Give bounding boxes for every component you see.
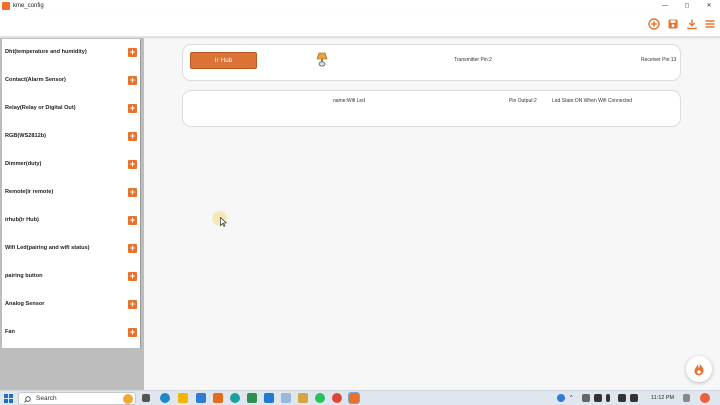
sidebar-item-relay: Relay(Relay or Digital Out) + [2,95,141,123]
os-taskbar: Search ^ 11:12 PM [0,390,720,405]
help-icon[interactable] [557,394,565,402]
add-pairing-button[interactable]: + [128,272,137,281]
app-icon [2,1,10,10]
sidebar-item-label: irhub(ir Hub) [5,217,39,223]
irhub-button[interactable]: Ir Hub [190,52,257,69]
irhub-card: Ir Hub Transmitter Pin:2 Receiver Pin:13 [182,44,681,81]
add-dimmer-button[interactable]: + [128,160,137,169]
maximize-button[interactable]: ◻ [676,0,698,11]
title-bar: kme_config — ◻ ✕ [0,0,720,11]
mouse-cursor-icon [220,217,227,227]
sidebar-item-rgb: RGB(WS2812b) + [2,123,141,151]
network-icon[interactable] [594,394,602,402]
add-fan-button[interactable]: + [128,328,137,337]
kme-config-taskbar-icon[interactable] [348,392,360,404]
sidebar-item-fan: Fan + [2,319,141,347]
menu-icon[interactable] [704,18,716,30]
app-icon-yellow[interactable] [298,393,308,403]
sidebar-item-label: Dimmer(duty) [5,161,42,167]
sidebar-item-label: Analog Sensor [5,301,45,307]
sidebar-item-label: Fan [5,329,15,335]
battery-icon[interactable] [606,394,610,402]
wifi-led-name: name:Wifi Led [333,98,365,104]
app-icon-teal[interactable] [230,393,240,403]
app-toolbar [0,11,720,37]
add-circle-icon[interactable] [648,18,660,30]
app-icon-light[interactable] [281,393,291,403]
sidebar-item-wifi-led: Wifi Led(pairing and wifi status) + [2,235,141,263]
edge-icon[interactable] [160,393,170,403]
sidebar-item-label: Dht(temperature and humidity) [5,49,87,55]
sidebar-item-irhub: irhub(ir Hub) + [2,207,141,235]
sidebar-item-label: Wifi Led(pairing and wifi status) [5,245,90,251]
save-icon[interactable] [667,18,679,30]
sidebar-item-dimmer: Dimmer(duty) + [2,151,141,179]
sidebar-item-label: pairing button [5,273,43,279]
sidebar-item-contact: Contact(Alarm Sensor) + [2,67,141,95]
app-icon-green[interactable] [247,393,257,403]
task-view-icon[interactable] [142,394,150,402]
chrome-icon[interactable] [332,393,342,403]
add-remote-button[interactable]: + [128,188,137,197]
show-hidden-icons-chevron[interactable]: ^ [570,395,573,401]
tray-icon-1[interactable] [582,394,590,402]
close-button[interactable]: ✕ [698,0,720,11]
sidebar-item-pairing-button: pairing button + [2,263,141,291]
lamp-icon[interactable] [316,52,328,68]
wifi-led-card: name:Wifi Led Pin Output:2 Led State:ON … [182,90,681,127]
download-icon[interactable] [686,18,698,30]
vlc-icon[interactable] [213,393,223,403]
clock-time[interactable]: 11:12 PM [651,395,674,401]
add-irhub-button[interactable]: + [128,216,137,225]
file-explorer-icon[interactable] [178,393,188,403]
mail-icon[interactable] [196,393,206,403]
weather-icon [123,394,133,404]
taskbar-search[interactable]: Search [18,392,136,405]
receiver-pin: Receiver Pin:13 [641,57,677,63]
windows-start-icon[interactable] [4,394,13,403]
minimize-button[interactable]: — [654,0,676,11]
window-title: kme_config [13,2,44,9]
add-relay-button[interactable]: + [128,104,137,113]
search-icon [24,396,31,403]
add-contact-button[interactable]: + [128,76,137,85]
wifi-led-pin-output: Pin Output:2 [509,98,537,104]
sidebar-item-analog-sensor: Analog Sensor + [2,291,141,319]
copilot-icon[interactable] [700,393,710,403]
sidebar-item-label: Contact(Alarm Sensor) [5,77,66,83]
sidebar-item-dht: Dht(temperature and humidity) + [2,39,141,67]
add-wifi-led-button[interactable]: + [128,244,137,253]
window-controls: — ◻ ✕ [654,0,720,11]
notification-icon[interactable] [683,394,690,402]
sidebar: Dht(temperature and humidity) + Contact(… [2,39,141,348]
add-rgb-button[interactable]: + [128,132,137,141]
sidebar-item-label: Relay(Relay or Digital Out) [5,105,76,111]
flame-icon [694,362,704,376]
sidebar-item-label: RGB(WS2812b) [5,133,47,139]
add-dht-button[interactable]: + [128,48,137,57]
vscode-icon[interactable] [264,393,274,403]
add-analog-sensor-button[interactable]: + [128,300,137,309]
wifi-led-state: Led State:ON When Wifi Connected [552,98,633,104]
sidebar-item-label: Remote(ir remote) [5,189,54,195]
volume-icon[interactable] [630,394,638,402]
wifi-icon[interactable] [618,394,626,402]
floating-action-button[interactable] [686,356,712,382]
sidebar-panel: Dht(temperature and humidity) + Contact(… [0,38,144,390]
whatsapp-icon[interactable] [315,393,325,403]
sidebar-item-remote: Remote(ir remote) + [2,179,141,207]
search-label: Search [36,395,57,402]
transmitter-pin: Transmitter Pin:2 [454,57,492,63]
